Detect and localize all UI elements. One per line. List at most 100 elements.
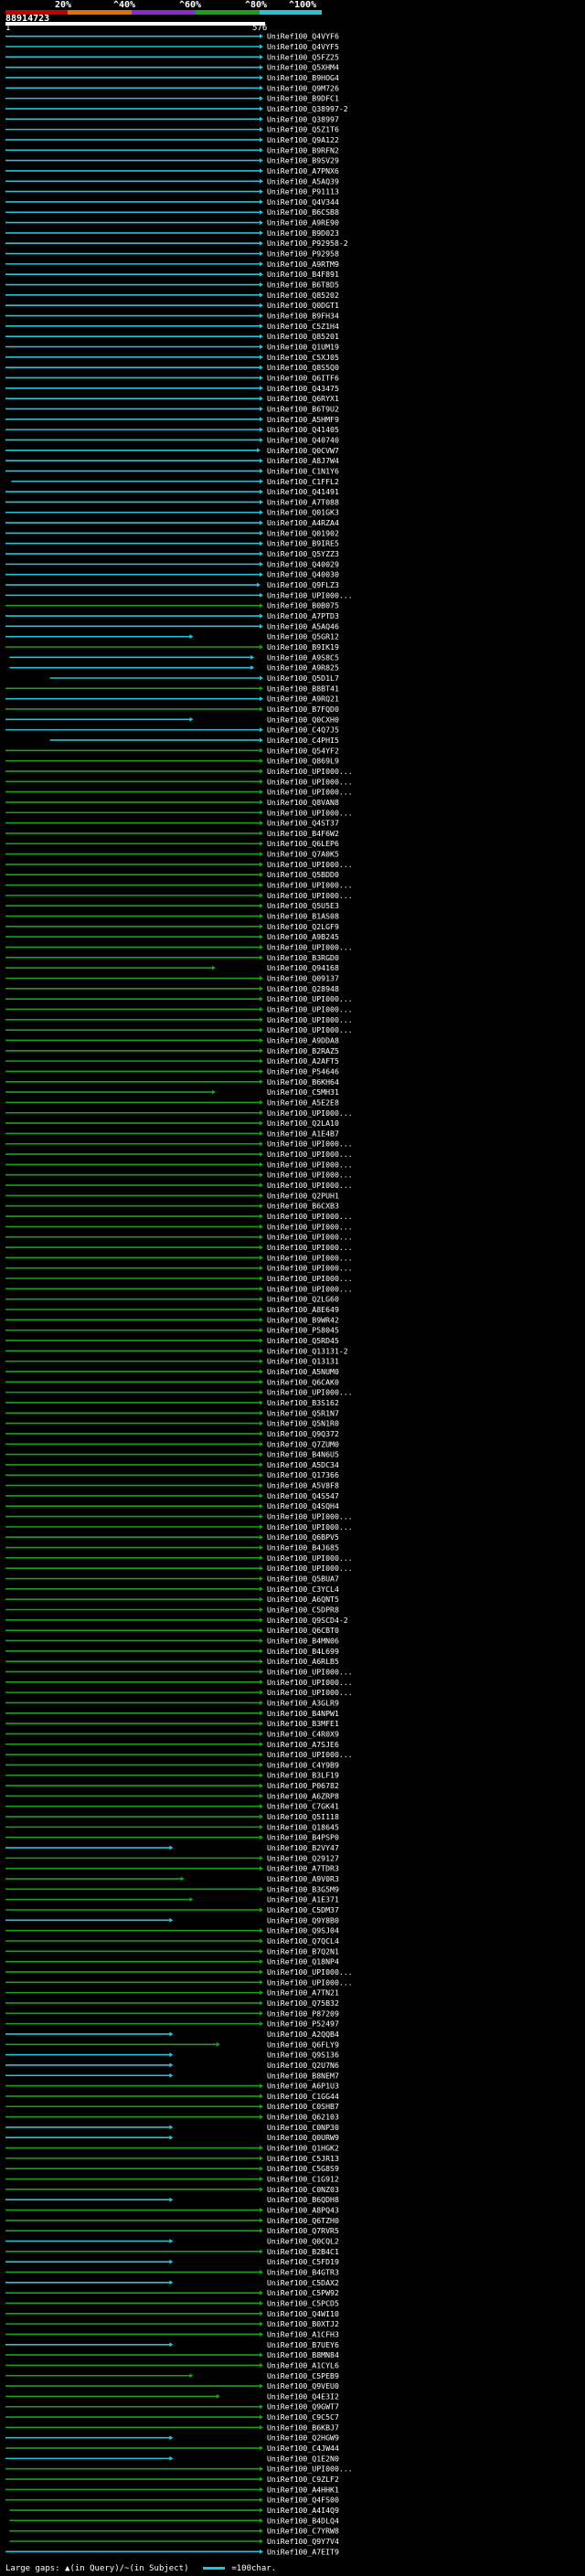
hit-label[interactable]: UniRef100_Q2U7N6: [267, 2061, 339, 2070]
hit-label[interactable]: UniRef100_P91113: [267, 187, 339, 196]
hit-label[interactable]: UniRef100_B3LF19: [267, 1771, 339, 1780]
hit-label[interactable]: UniRef100_C5PCD5: [267, 2298, 339, 2307]
hit-label[interactable]: UniRef100_A5AQ39: [267, 176, 339, 186]
hit-label[interactable]: UniRef100_Q5N1R0: [267, 1419, 339, 1428]
hit-label[interactable]: UniRef100_UPI000...: [267, 808, 353, 817]
hit-label[interactable]: UniRef100_Q9SJ04: [267, 1926, 339, 1935]
hit-label[interactable]: UniRef100_B3RGD0: [267, 953, 339, 962]
hit-label[interactable]: UniRef100_Q38997: [267, 114, 339, 123]
hit-label[interactable]: UniRef100_UPI000...: [267, 1750, 353, 1759]
hit-label[interactable]: UniRef100_B2B4C1: [267, 2247, 339, 2256]
hit-label[interactable]: UniRef100_A7TN21: [267, 1988, 339, 1998]
hit-label[interactable]: UniRef100_Q5R1N7: [267, 1408, 339, 1417]
hit-label[interactable]: UniRef100_A6RLB5: [267, 1657, 339, 1666]
hit-label[interactable]: UniRef100_P92958-2: [267, 239, 348, 248]
hit-label[interactable]: UniRef100_Q9GWT7: [267, 2402, 339, 2412]
hit-label[interactable]: UniRef100_Q6ITF6: [267, 373, 339, 382]
hit-label[interactable]: UniRef100_A9DDA8: [267, 1035, 339, 1044]
hit-label[interactable]: UniRef100_A9S8C5: [267, 652, 339, 662]
hit-label[interactable]: UniRef100_B6QDH8: [267, 2195, 339, 2204]
hit-label[interactable]: UniRef100_UPI000...: [267, 1284, 353, 1293]
hit-label[interactable]: UniRef100_UPI000...: [267, 777, 353, 786]
hit-label[interactable]: UniRef100_Q94168: [267, 963, 339, 972]
hit-label[interactable]: UniRef100_UPI000...: [267, 1253, 353, 1262]
hit-label[interactable]: UniRef100_B1AS08: [267, 912, 339, 921]
hit-label[interactable]: UniRef100_Q4S547: [267, 1491, 339, 1500]
hit-label[interactable]: UniRef100_Q75B32: [267, 1998, 339, 2008]
hit-label[interactable]: UniRef100_P52497: [267, 2019, 339, 2029]
hit-label[interactable]: UniRef100_Q01902: [267, 528, 339, 537]
hit-label[interactable]: UniRef100_B6T8D5: [267, 281, 339, 290]
hit-label[interactable]: UniRef100_C1GG44: [267, 2092, 339, 2101]
hit-label[interactable]: UniRef100_P92958: [267, 249, 339, 259]
hit-label[interactable]: UniRef100_UPI000...: [267, 891, 353, 900]
hit-label[interactable]: UniRef100_Q9M726: [267, 83, 339, 92]
hit-label[interactable]: UniRef100_C4Q7J5: [267, 726, 339, 735]
hit-label[interactable]: UniRef100_A7PTD3: [267, 611, 339, 620]
hit-label[interactable]: UniRef100_A7T088: [267, 497, 339, 506]
hit-label[interactable]: UniRef100_Q5BDD0: [267, 870, 339, 879]
hit-label[interactable]: UniRef100_A9V0R3: [267, 1874, 339, 1883]
hit-label[interactable]: UniRef100_UPI000...: [267, 1108, 353, 1118]
hit-label[interactable]: UniRef100_Q5Z1T6: [267, 125, 339, 134]
hit-label[interactable]: UniRef100_C5PEB9: [267, 2371, 339, 2380]
hit-label[interactable]: UniRef100_Q4V344: [267, 197, 339, 207]
hit-label[interactable]: UniRef100_Q40030: [267, 570, 339, 579]
hit-label[interactable]: UniRef100_A4RZA4: [267, 518, 339, 527]
hit-label[interactable]: UniRef100_C7YRW8: [267, 2527, 339, 2536]
hit-label[interactable]: UniRef100_UPI000...: [267, 881, 353, 890]
hit-label[interactable]: UniRef100_Q0URW9: [267, 2133, 339, 2142]
hit-label[interactable]: UniRef100_Q4E3I2: [267, 2391, 339, 2401]
hit-label[interactable]: UniRef100_Q38997-2: [267, 104, 348, 113]
hit-label[interactable]: UniRef100_Q1E2N0: [267, 2454, 339, 2463]
hit-label[interactable]: UniRef100_A6ZRP8: [267, 1791, 339, 1800]
hit-label[interactable]: UniRef100_C4Y9B9: [267, 1760, 339, 1769]
hit-label[interactable]: UniRef100_A2AFT5: [267, 1056, 339, 1065]
hit-label[interactable]: UniRef100_A7SJE6: [267, 1740, 339, 1749]
hit-label[interactable]: UniRef100_A4I4Q9: [267, 2506, 339, 2515]
hit-label[interactable]: UniRef100_C5DM37: [267, 1905, 339, 1914]
hit-label[interactable]: UniRef100_B9RFN2: [267, 145, 339, 154]
hit-label[interactable]: UniRef100_Q5D1L7: [267, 673, 339, 683]
hit-label[interactable]: UniRef100_Q7A0K5: [267, 850, 339, 859]
hit-label[interactable]: UniRef100_B4N6U5: [267, 1450, 339, 1459]
hit-label[interactable]: UniRef100_A8PQ43: [267, 2206, 339, 2215]
hit-label[interactable]: UniRef100_C4R0X9: [267, 1729, 339, 1738]
hit-label[interactable]: UniRef100_A6QNT5: [267, 1595, 339, 1604]
hit-label[interactable]: UniRef100_UPI000...: [267, 1181, 353, 1190]
hit-label[interactable]: UniRef100_C5DPR8: [267, 1606, 339, 1615]
hit-label[interactable]: UniRef100_UPI000...: [267, 1243, 353, 1252]
hit-label[interactable]: UniRef100_UPI000...: [267, 1678, 353, 1687]
hit-label[interactable]: UniRef100_B8NEM7: [267, 2071, 339, 2080]
hit-label[interactable]: UniRef100_Q09137: [267, 974, 339, 983]
hit-label[interactable]: UniRef100_C5FD19: [267, 2257, 339, 2266]
hit-label[interactable]: UniRef100_Q6RYX1: [267, 394, 339, 403]
hit-label[interactable]: UniRef100_UPI000...: [267, 590, 353, 599]
hit-label[interactable]: UniRef100_UPI000...: [267, 1171, 353, 1180]
hit-label[interactable]: UniRef100_C9C5C7: [267, 2412, 339, 2422]
hit-label[interactable]: UniRef100_A8E649: [267, 1305, 339, 1314]
hit-label[interactable]: UniRef100_C1FFL2: [267, 477, 339, 486]
hit-label[interactable]: UniRef100_Q0CVW7: [267, 446, 339, 455]
hit-label[interactable]: UniRef100_Q5FZ25: [267, 52, 339, 61]
hit-label[interactable]: UniRef100_P06782: [267, 1781, 339, 1790]
hit-label[interactable]: UniRef100_Q4VYF6: [267, 32, 339, 41]
hit-label[interactable]: UniRef100_Q4ST37: [267, 819, 339, 828]
hit-label[interactable]: UniRef100_A5NUM0: [267, 1367, 339, 1376]
hit-label[interactable]: UniRef100_Q6FLY9: [267, 2040, 339, 2049]
hit-label[interactable]: UniRef100_Q1UM19: [267, 343, 339, 352]
hit-label[interactable]: UniRef100_C4JW44: [267, 2443, 339, 2453]
hit-label[interactable]: UniRef100_UPI000...: [267, 860, 353, 869]
hit-label[interactable]: UniRef100_UPI000...: [267, 1025, 353, 1034]
hit-label[interactable]: UniRef100_C1N1Y6: [267, 466, 339, 475]
hit-label[interactable]: UniRef100_C0NP30: [267, 2123, 339, 2132]
hit-label[interactable]: UniRef100_UPI000...: [267, 1388, 353, 1397]
hit-label[interactable]: UniRef100_Q8S5Q0: [267, 363, 339, 372]
hit-label[interactable]: UniRef100_Q4SQH4: [267, 1501, 339, 1511]
hit-label[interactable]: UniRef100_B9SV29: [267, 156, 339, 165]
hit-label[interactable]: UniRef100_Q18645: [267, 1822, 339, 1831]
hit-label[interactable]: UniRef100_Q7QCL4: [267, 1936, 339, 1945]
hit-label[interactable]: UniRef100_Q2HGW9: [267, 2433, 339, 2443]
hit-label[interactable]: UniRef100_A9RQ21: [267, 694, 339, 704]
hit-label[interactable]: UniRef100_C9ZLF2: [267, 2475, 339, 2484]
